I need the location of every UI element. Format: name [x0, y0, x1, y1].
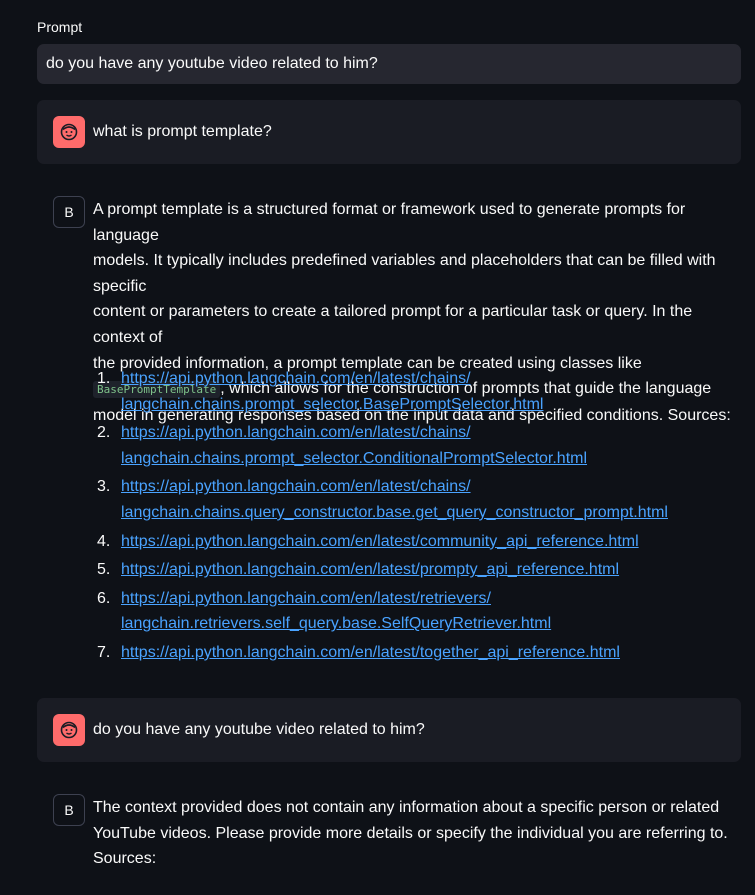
- source-link[interactable]: https://api.python.langchain.com/en/late…: [121, 529, 741, 555]
- face-icon: [60, 721, 78, 739]
- text-line: content or parameters to create a tailor…: [93, 303, 693, 346]
- source-number: 1.: [97, 370, 111, 387]
- source-item: 1. https://api.python.langchain.com/en/la…: [93, 366, 741, 417]
- text-line: models. It typically includes predefined…: [93, 252, 716, 295]
- source-link[interactable]: https://api.python.langchain.com/en/late…: [121, 420, 741, 471]
- face-icon: [60, 123, 78, 141]
- chat-message-assistant: B A prompt template is a structured form…: [37, 180, 741, 680]
- text-line: YouTube videos. Please provide more deta…: [93, 824, 728, 842]
- assistant-avatar: B: [53, 196, 85, 228]
- source-number: 3.: [97, 478, 111, 496]
- chat-message-assistant: B The context provided does not contain …: [37, 778, 741, 878]
- text-line: A prompt template is a structured format…: [93, 201, 686, 244]
- source-link[interactable]: https://api.python.langchain.com/en/late…: [121, 366, 741, 417]
- source-number: 4.: [97, 532, 111, 550]
- source-item: 3. https://api.python.langchain.com/en/la…: [93, 474, 741, 525]
- chat-message-user: what is prompt template?: [37, 100, 741, 164]
- source-link[interactable]: https://api.python.langchain.com/en/late…: [121, 474, 741, 525]
- prompt-label: Prompt: [37, 19, 83, 35]
- assistant-message-text: The context provided does not contain an…: [93, 795, 741, 872]
- source-number: 2.: [97, 424, 111, 442]
- source-link[interactable]: https://api.python.langchain.com/en/late…: [121, 640, 741, 666]
- source-number: 5.: [97, 561, 111, 579]
- source-item: 2. https://api.python.langchain.com/en/la…: [93, 420, 741, 471]
- source-number: 7.: [97, 643, 111, 661]
- text-line: The context provided does not contain an…: [93, 799, 720, 816]
- prompt-input[interactable]: [37, 44, 741, 84]
- source-link[interactable]: https://api.python.langchain.com/en/late…: [121, 557, 741, 583]
- source-item: 7. https://api.python.langchain.com/en/la…: [93, 640, 741, 666]
- sources-list: 1. https://api.python.langchain.com/en/la…: [93, 366, 741, 669]
- source-item: 5. https://api.python.langchain.com/en/la…: [93, 557, 741, 583]
- user-avatar: [53, 116, 85, 148]
- source-item: 6. https://api.python.langchain.com/en/la…: [93, 586, 741, 637]
- chat-message-user: do you have any youtube video related to…: [37, 698, 741, 762]
- assistant-avatar: B: [53, 794, 85, 826]
- user-message-text: what is prompt template?: [93, 123, 272, 140]
- user-avatar: [53, 714, 85, 746]
- source-number: 6.: [97, 589, 111, 607]
- source-item: 4. https://api.python.langchain.com/en/la…: [93, 529, 741, 555]
- source-link[interactable]: https://api.python.langchain.com/en/late…: [121, 586, 741, 637]
- text-line: Sources:: [93, 850, 157, 868]
- user-message-text: do you have any youtube video related to…: [93, 721, 425, 738]
